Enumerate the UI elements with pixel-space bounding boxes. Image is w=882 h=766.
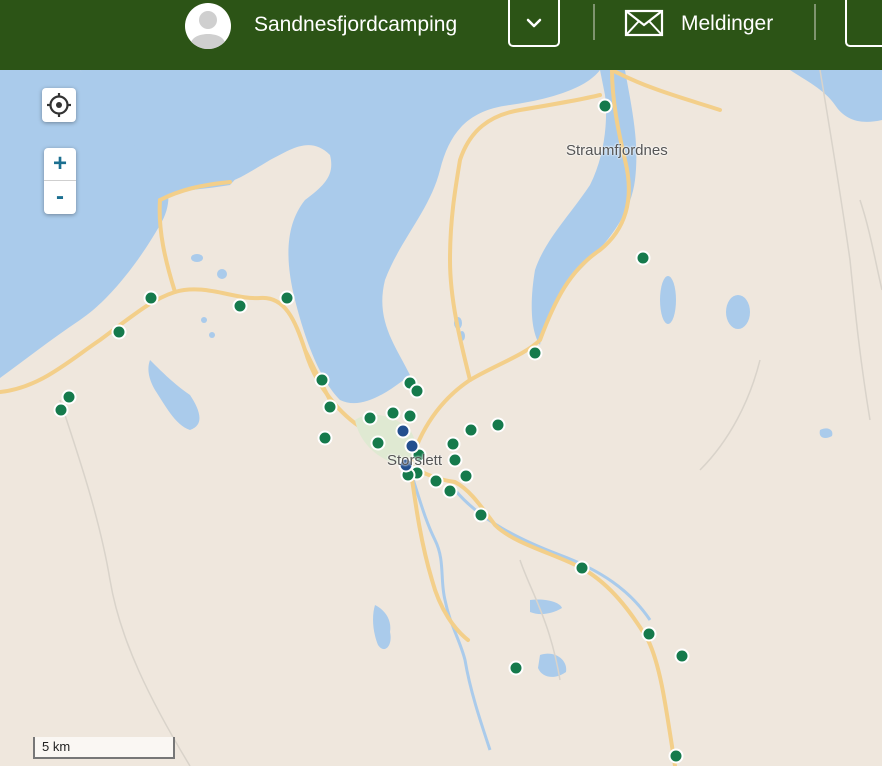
map-marker-green [508, 660, 524, 676]
map-marker-blue [395, 423, 411, 439]
map-marker-green [447, 452, 463, 468]
map-marker-green [402, 408, 418, 424]
map-marker-green [597, 98, 613, 114]
map-marker-green [574, 560, 590, 576]
map-marker-green [668, 748, 684, 764]
map-marker-green [370, 435, 386, 451]
map-marker-blue [404, 438, 420, 454]
map-marker-green [61, 389, 77, 405]
map-marker-green [362, 410, 378, 426]
header-divider [814, 4, 816, 40]
map-marker-green [143, 290, 159, 306]
username-label[interactable]: Sandnesfjordcamping [254, 12, 457, 38]
header-divider [593, 4, 595, 40]
map-canvas[interactable] [0, 70, 882, 766]
map-marker-green [111, 324, 127, 340]
map-marker-green [635, 250, 651, 266]
zoom-control: + - [44, 148, 76, 214]
map-marker-green [317, 430, 333, 446]
map-marker-green [641, 626, 657, 642]
locate-button[interactable] [42, 88, 76, 122]
map-marker-green [445, 436, 461, 452]
map-marker-green [473, 507, 489, 523]
map-marker-green [428, 473, 444, 489]
map-marker-green [463, 422, 479, 438]
map-marker-green [442, 483, 458, 499]
map-marker-green [458, 468, 474, 484]
map-marker-green [232, 298, 248, 314]
map-marker-green [674, 648, 690, 664]
map-marker-green [527, 345, 543, 361]
map-view[interactable]: Straumfjordnes Storslett + - 5 km [0, 70, 882, 766]
chevron-down-icon [526, 18, 542, 28]
zoom-in-button[interactable]: + [44, 148, 76, 181]
map-scale-bar: 5 km [33, 737, 175, 759]
top-navigation-bar: Sandnesfjordcamping Meldinger [0, 0, 882, 70]
zoom-out-button[interactable]: - [44, 181, 76, 213]
map-marker-green [409, 383, 425, 399]
map-marker-green [322, 399, 338, 415]
place-label-straumfjordnes: Straumfjordnes [566, 142, 668, 159]
map-marker-green [490, 417, 506, 433]
account-dropdown-button[interactable] [508, 0, 560, 47]
place-label-storslett: Storslett [387, 452, 443, 469]
map-marker-green [53, 402, 69, 418]
crosshair-icon [47, 93, 71, 117]
map-marker-green [314, 372, 330, 388]
map-marker-green [279, 290, 295, 306]
messages-link[interactable]: Meldinger [681, 11, 773, 37]
map-marker-green [385, 405, 401, 421]
scale-label: 5 km [42, 739, 71, 754]
user-avatar-icon[interactable] [185, 3, 231, 49]
header-menu-button[interactable] [845, 0, 882, 47]
envelope-icon[interactable] [624, 8, 664, 38]
